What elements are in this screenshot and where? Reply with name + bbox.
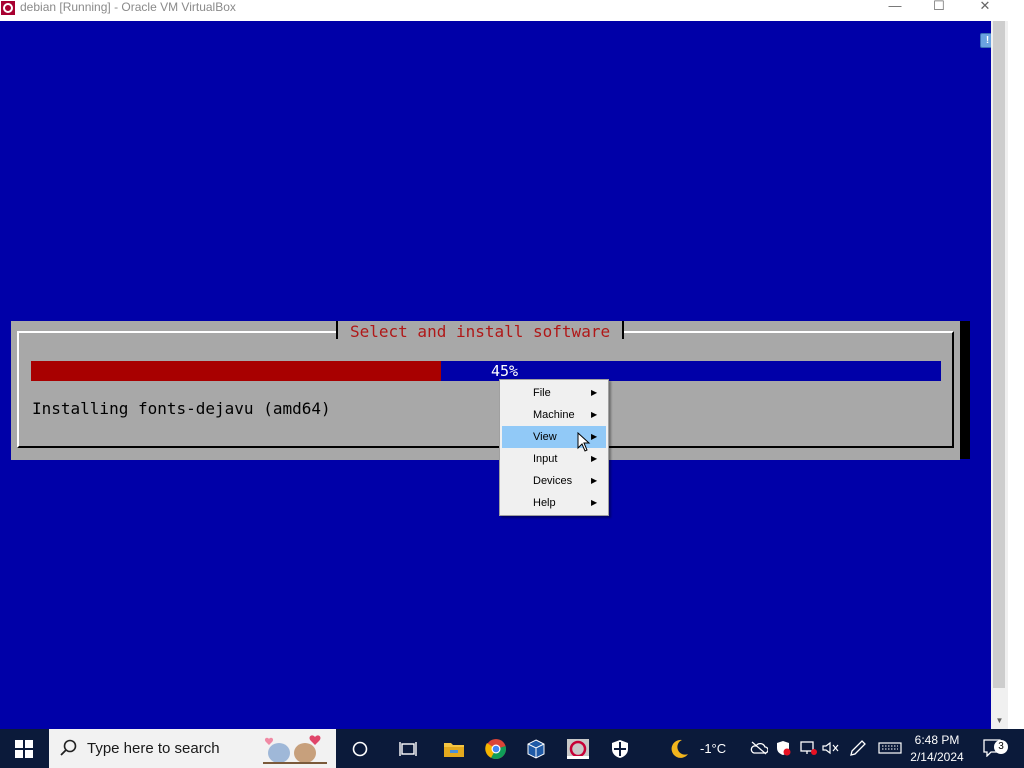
- menu-item-label: View: [533, 431, 557, 443]
- progress-bar: 45%: [31, 361, 941, 381]
- menu-item-machine[interactable]: Machine ▶: [502, 404, 606, 426]
- window-title-bar[interactable]: debian [Running] - Oracle VM VirtualBox …: [0, 0, 1024, 21]
- menu-item-label: Devices: [533, 475, 573, 487]
- virtualbox-icon: [527, 738, 545, 759]
- debian-swirl-icon: [1, 1, 15, 15]
- scrollbar-thumb[interactable]: [993, 21, 1005, 688]
- menu-item-label: Help: [533, 497, 556, 509]
- submenu-arrow-icon: ▶: [591, 454, 598, 463]
- window-border: [1008, 21, 1024, 729]
- progress-fill: [31, 361, 441, 381]
- search-icon: [60, 739, 77, 756]
- start-button[interactable]: [4, 729, 44, 768]
- menu-item-label: Input: [533, 453, 558, 465]
- chrome-icon: [485, 738, 506, 759]
- file-explorer-button[interactable]: [434, 729, 474, 768]
- dialog-title: Select and install software: [336, 321, 625, 343]
- submenu-arrow-icon: ▶: [591, 432, 598, 441]
- install-status: Installing fonts-dejavu (amd64): [32, 399, 331, 418]
- submenu-arrow-icon: ▶: [591, 476, 598, 485]
- debian-icon: [567, 738, 589, 759]
- security-shield-icon: [612, 739, 628, 758]
- maximize-button[interactable]: ☐: [917, 0, 961, 14]
- mouse-cursor-icon: [577, 432, 591, 452]
- file-explorer-icon: [444, 742, 464, 757]
- submenu-arrow-icon: ▶: [591, 388, 598, 397]
- close-button[interactable]: ✕: [963, 0, 1007, 14]
- weather-moon-icon[interactable]: [668, 738, 690, 760]
- volume-muted-icon[interactable]: [822, 741, 840, 755]
- scroll-down-icon[interactable]: ▼: [991, 716, 1008, 725]
- submenu-arrow-icon: ▶: [591, 410, 598, 419]
- debian-vm-button[interactable]: [558, 729, 598, 768]
- touch-keyboard-icon[interactable]: [878, 742, 902, 754]
- chrome-button[interactable]: [476, 729, 516, 768]
- onedrive-icon[interactable]: [750, 741, 768, 755]
- search-highlight-birds-icon: [257, 731, 333, 767]
- installer-dialog: Select and install software 45% Installi…: [11, 321, 960, 460]
- window-title: debian [Running] - Oracle VM VirtualBox: [20, 0, 236, 14]
- dialog-frame: [17, 331, 954, 448]
- vertical-scrollbar[interactable]: ▼: [991, 21, 1008, 729]
- search-box[interactable]: Type here to search: [49, 729, 336, 768]
- context-menu: File ▶ Machine ▶ View ▶ Input ▶ Devices …: [499, 379, 609, 516]
- taskbar: Type here to search -1°C 6:48 PM 2/14/20…: [0, 729, 1024, 768]
- windows-start-icon: [15, 739, 33, 758]
- menu-item-label: File: [533, 387, 551, 399]
- menu-item-devices[interactable]: Devices ▶: [502, 470, 606, 492]
- clock-time: 6:48 PM: [914, 733, 960, 747]
- task-view-icon: [399, 741, 417, 756]
- menu-item-label: Machine: [533, 409, 575, 421]
- virtualbox-button[interactable]: [516, 729, 556, 768]
- search-placeholder: Type here to search: [87, 740, 220, 757]
- task-view-button[interactable]: [388, 729, 428, 768]
- cortana-button[interactable]: [340, 729, 380, 768]
- pen-workspace-icon[interactable]: [849, 740, 867, 756]
- cortana-icon: [352, 741, 368, 756]
- menu-item-help[interactable]: Help ▶: [502, 492, 606, 514]
- clock-date: 2/14/2024: [910, 750, 964, 764]
- network-icon[interactable]: [799, 741, 817, 755]
- security-button[interactable]: [600, 729, 640, 768]
- submenu-arrow-icon: ▶: [591, 498, 598, 507]
- progress-percent: 45%: [491, 362, 519, 380]
- taskbar-clock[interactable]: 6:48 PM 2/14/2024: [902, 732, 972, 766]
- notification-count-badge: 3: [994, 740, 1008, 754]
- weather-temperature[interactable]: -1°C: [700, 741, 726, 756]
- menu-item-file[interactable]: File ▶: [502, 382, 606, 404]
- minimize-button[interactable]: —: [873, 0, 917, 14]
- defender-alert-icon[interactable]: [775, 740, 791, 756]
